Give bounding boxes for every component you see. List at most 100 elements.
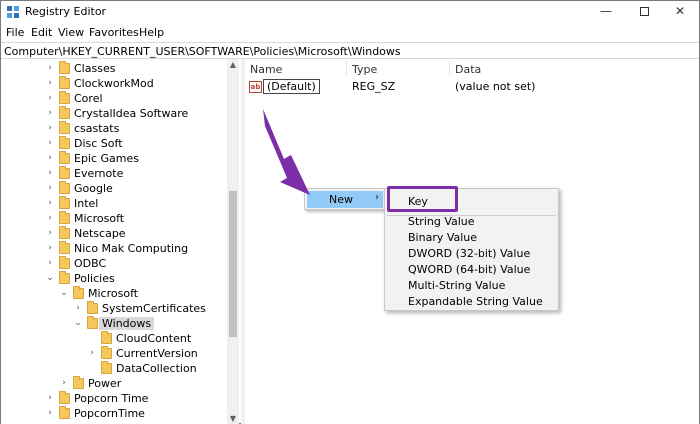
folder-icon — [59, 166, 70, 179]
tree-item[interactable]: › ODBC — [1, 256, 227, 271]
submenu-item-label: Binary Value — [408, 231, 478, 244]
folder-icon — [59, 121, 70, 134]
tree-item[interactable]: CloudContent — [1, 331, 227, 346]
chevron-right-icon[interactable]: › — [45, 406, 55, 421]
chevron-right-icon[interactable]: › — [45, 151, 55, 166]
menu-edit[interactable]: Edit — [31, 26, 52, 39]
minimize-button[interactable]: — — [589, 1, 623, 23]
chevron-right-icon[interactable]: › — [45, 226, 55, 241]
submenu-item-multi-string-value[interactable]: Multi-String Value — [385, 277, 558, 293]
tree-item-label: CloudContent — [116, 332, 192, 345]
submenu-item-dword-value[interactable]: DWORD (32-bit) Value — [385, 245, 558, 261]
chevron-right-icon[interactable]: › — [45, 61, 55, 76]
title-bar[interactable]: Registry Editor — ✕ — [1, 1, 699, 23]
address-path[interactable]: Computer\HKEY_CURRENT_USER\SOFTWARE\Poli… — [4, 45, 401, 58]
empty-expander — [87, 361, 97, 376]
tree-item[interactable]: › SystemCertificates — [1, 301, 227, 316]
submenu-item-qword-value[interactable]: QWORD (64-bit) Value — [385, 261, 558, 277]
chevron-right-icon[interactable]: › — [45, 211, 55, 226]
value-data: (value not set) — [455, 80, 536, 93]
column-header-data[interactable]: Data — [455, 63, 481, 76]
maximize-button[interactable] — [627, 1, 661, 23]
scrollbar-thumb[interactable] — [229, 191, 237, 337]
tree-item[interactable]: › csastats — [1, 121, 227, 136]
scroll-up-icon[interactable]: ▲ — [227, 59, 239, 71]
folder-icon — [59, 151, 70, 164]
chevron-right-icon[interactable]: › — [45, 136, 55, 151]
value-row[interactable]: ab (Default) REG_SZ (value not set) — [245, 79, 699, 95]
folder-icon — [59, 406, 70, 419]
folder-icon — [59, 136, 70, 149]
chevron-right-icon[interactable]: › — [45, 181, 55, 196]
chevron-down-icon[interactable]: ⌄ — [73, 316, 83, 331]
chevron-right-icon[interactable]: › — [45, 256, 55, 271]
folder-icon — [59, 76, 70, 89]
folder-icon — [59, 181, 70, 194]
tree-item-label: SystemCertificates — [102, 302, 206, 315]
column-divider[interactable] — [346, 61, 347, 75]
folder-icon — [101, 361, 112, 374]
menu-view[interactable]: View — [58, 26, 84, 39]
submenu-item-expandable-string-value[interactable]: Expandable String Value — [385, 293, 558, 309]
chevron-right-icon[interactable]: › — [45, 121, 55, 136]
folder-icon — [87, 301, 98, 314]
tree-item[interactable]: DataCollection — [1, 361, 227, 376]
scroll-down-icon[interactable]: ▼ — [227, 413, 239, 424]
tree-item[interactable]: › Nico Mak Computing — [1, 241, 227, 256]
chevron-down-icon[interactable]: ⌄ — [45, 271, 55, 286]
folder-icon — [101, 346, 112, 359]
close-button[interactable]: ✕ — [663, 1, 697, 23]
chevron-right-icon[interactable]: › — [73, 301, 83, 316]
tree-item-label: csastats — [74, 122, 120, 135]
chevron-right-icon[interactable]: › — [45, 391, 55, 406]
tree-item[interactable]: › Disc Soft — [1, 136, 227, 151]
menu-bar: File Edit View Favorites Help — [1, 24, 699, 42]
tree-item-label: ODBC — [74, 257, 107, 270]
menu-help[interactable]: Help — [139, 26, 164, 39]
submenu-item-label: Expandable String Value — [408, 295, 543, 308]
chevron-right-icon[interactable]: › — [45, 196, 55, 211]
column-header-name[interactable]: Name — [250, 63, 282, 76]
key-tree[interactable]: › Classes › ClockworkMod › Corel › CrystalIdea … — [1, 59, 239, 424]
tree-item[interactable]: › Google — [1, 181, 227, 196]
menu-favorites[interactable]: Favorites — [89, 26, 139, 39]
tree-item[interactable]: ⌄ Microsoft — [1, 286, 227, 301]
menu-file[interactable]: File — [6, 26, 24, 39]
chevron-right-icon[interactable]: › — [45, 91, 55, 106]
tree-item[interactable]: › PopcornTime — [1, 406, 227, 421]
tree-item[interactable]: ⌄ Policies — [1, 271, 227, 286]
chevron-right-icon[interactable]: › — [45, 166, 55, 181]
tree-item[interactable]: › Classes — [1, 61, 227, 76]
tree-item[interactable]: › Netscape — [1, 226, 227, 241]
tree-item[interactable]: › Corel — [1, 91, 227, 106]
registry-editor-window: Registry Editor — ✕ File Edit View Favor… — [0, 0, 700, 424]
column-header-type[interactable]: Type — [352, 63, 377, 76]
chevron-right-icon[interactable]: › — [45, 106, 55, 121]
tree-item[interactable]: › CurrentVersion — [1, 346, 227, 361]
column-divider[interactable] — [449, 61, 450, 75]
context-menu-new[interactable]: New › — [307, 191, 383, 208]
chevron-right-icon[interactable]: › — [45, 76, 55, 91]
tree-item[interactable]: › Evernote — [1, 166, 227, 181]
tree-item[interactable]: › Microsoft — [1, 211, 227, 226]
tree-item[interactable]: › Power — [1, 376, 227, 391]
value-name[interactable]: (Default) — [263, 79, 320, 94]
tree-item[interactable]: › ClockworkMod — [1, 76, 227, 91]
tree-item-label: Popcorn Time — [74, 392, 149, 405]
chevron-right-icon[interactable]: › — [87, 346, 97, 361]
submenu-item-label: Multi-String Value — [408, 279, 506, 292]
chevron-right-icon[interactable]: › — [45, 241, 55, 256]
submenu-item-string-value[interactable]: String Value — [385, 213, 558, 229]
tree-item[interactable]: › Epic Games — [1, 151, 227, 166]
address-bar[interactable]: Computer\HKEY_CURRENT_USER\SOFTWARE\Poli… — [1, 42, 699, 59]
tree-item[interactable]: › Popcorn Time — [1, 391, 227, 406]
chevron-right-icon: › — [375, 192, 379, 203]
tree-item[interactable]: ⌄ Windows — [1, 316, 227, 331]
tree-item[interactable]: › CrystalIdea Software — [1, 106, 227, 121]
tree-item[interactable]: › Intel — [1, 196, 227, 211]
chevron-down-icon[interactable]: ⌄ — [59, 286, 69, 301]
tree-item-label: DataCollection — [116, 362, 197, 375]
submenu-item-binary-value[interactable]: Binary Value — [385, 229, 558, 245]
chevron-right-icon[interactable]: › — [59, 376, 69, 391]
tree-scrollbar[interactable]: ▲ ▼ — [227, 59, 239, 424]
